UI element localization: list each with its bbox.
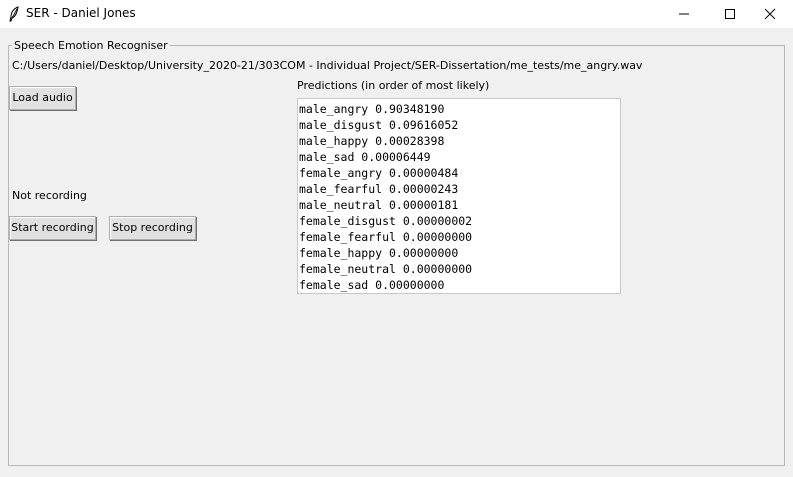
prediction-line: male_disgust 0.09616052 — [299, 118, 459, 132]
recording-status: Not recording — [12, 189, 87, 202]
minimize-button[interactable] — [661, 0, 707, 28]
load-audio-button[interactable]: Load audio — [9, 86, 76, 110]
window-title: SER - Daniel Jones — [26, 6, 136, 20]
feather-icon — [9, 6, 19, 22]
maximize-icon — [725, 9, 735, 19]
start-recording-button[interactable]: Start recording — [9, 216, 96, 240]
prediction-line: male_happy 0.00028398 — [299, 134, 445, 148]
prediction-line: female_neutral 0.00000000 — [299, 262, 473, 276]
prediction-line: male_angry 0.90348190 — [299, 102, 445, 116]
predictions-label: Predictions (in order of most likely) — [297, 79, 490, 92]
prediction-line: male_neutral 0.00000181 — [299, 198, 459, 212]
prediction-line: male_fearful 0.00000243 — [299, 182, 459, 196]
prediction-line: male_sad 0.00006449 — [299, 150, 431, 164]
file-path-label: C:/Users/daniel/Desktop/University_2020-… — [12, 59, 643, 72]
group-legend: Speech Emotion Recogniser — [12, 39, 170, 52]
stop-recording-button[interactable]: Stop recording — [109, 216, 196, 240]
close-button[interactable] — [747, 0, 793, 28]
prediction-line: female_fearful 0.00000000 — [299, 230, 473, 244]
minimize-icon — [679, 13, 689, 15]
prediction-line: female_angry 0.00000484 — [299, 166, 459, 180]
prediction-line: female_disgust 0.00000002 — [299, 214, 473, 228]
prediction-line: female_happy 0.00000000 — [299, 246, 459, 260]
close-icon — [764, 8, 776, 20]
predictions-textbox[interactable]: male_angry 0.90348190 male_disgust 0.096… — [297, 98, 621, 294]
app-window: SER - Daniel Jones Speech Emotion Recogn… — [0, 0, 793, 477]
title-bar[interactable]: SER - Daniel Jones — [0, 0, 793, 28]
prediction-line: female_sad 0.00000000 — [299, 278, 445, 292]
